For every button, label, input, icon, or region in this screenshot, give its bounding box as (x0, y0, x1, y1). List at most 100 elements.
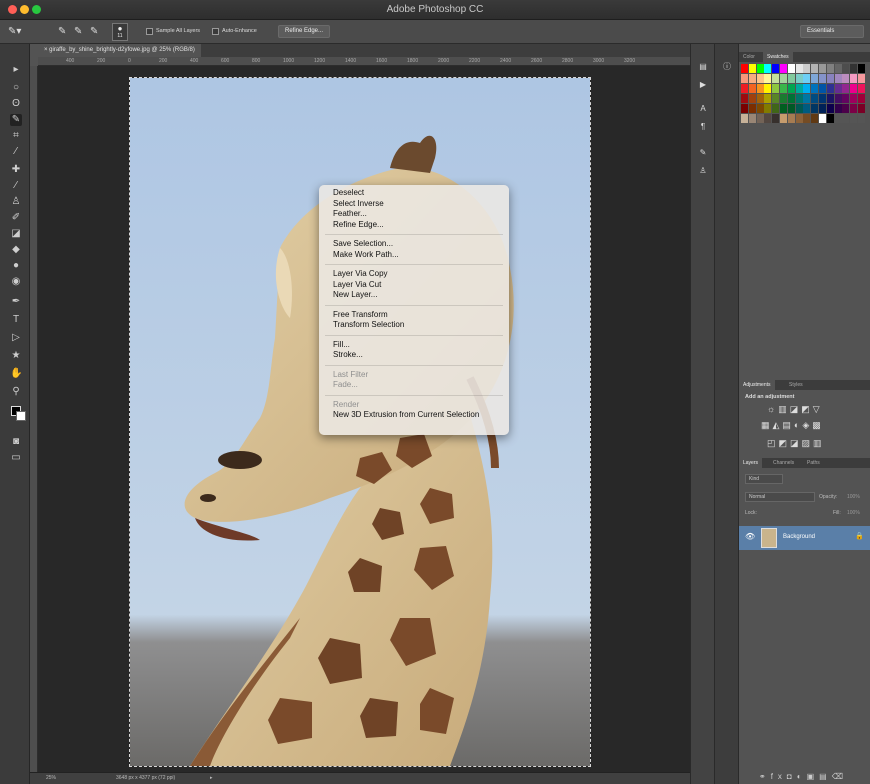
swatch[interactable] (795, 104, 803, 113)
swatch[interactable] (756, 84, 764, 93)
swatch[interactable] (803, 104, 811, 113)
swatch[interactable] (826, 94, 834, 103)
swatch[interactable] (842, 84, 850, 93)
swatch[interactable] (787, 64, 795, 73)
menu-item-refine-edge[interactable]: Refine Edge... (319, 220, 509, 231)
swatch[interactable] (772, 94, 780, 103)
character-panel-icon[interactable]: A (697, 104, 709, 114)
quick-selection-tool-icon[interactable]: ✎ (10, 114, 22, 126)
move-tool-icon[interactable]: ▸ (10, 64, 22, 76)
swatch[interactable] (819, 94, 826, 103)
menu-item-make-work-path[interactable]: Make Work Path... (319, 250, 509, 261)
swatch[interactable] (756, 104, 764, 113)
brush-panel-icon[interactable]: ✎ (697, 148, 709, 158)
clone-source-panel-icon[interactable]: ♙ (697, 166, 709, 176)
swatch[interactable] (756, 64, 764, 73)
tab-channels[interactable]: Channels (769, 458, 798, 468)
swatch[interactable] (764, 114, 772, 123)
swatch[interactable] (741, 64, 748, 73)
swatch[interactable] (772, 74, 780, 83)
menu-item-layer-via-cut[interactable]: Layer Via Cut (319, 280, 509, 291)
brush-size-picker[interactable]: ● 11 (112, 23, 128, 41)
swatch[interactable] (780, 84, 787, 93)
layers-footer-icons[interactable]: ⚭fx◘◐▣▤⌫ (759, 772, 869, 782)
swatch[interactable] (819, 84, 826, 93)
swatch[interactable] (850, 94, 858, 103)
swatch[interactable] (748, 64, 756, 73)
swatch[interactable] (780, 94, 787, 103)
swatch[interactable] (803, 64, 811, 73)
swatch[interactable] (850, 74, 858, 83)
refine-edge-button[interactable]: Refine Edge... (278, 25, 330, 38)
dodge-tool-icon[interactable]: ◉ (10, 276, 22, 288)
menu-item-new-3d-extrusion-from-current-selection[interactable]: New 3D Extrusion from Current Selection (319, 410, 509, 421)
swatch[interactable] (850, 84, 858, 93)
swatch[interactable] (780, 74, 787, 83)
swatch[interactable] (780, 104, 787, 113)
adjustment-icons-row2[interactable]: ▦◭▤◐◈▩ (761, 420, 861, 431)
swatch[interactable] (756, 114, 764, 123)
swatch[interactable] (811, 104, 819, 113)
screen-mode-icon[interactable]: ▭ (10, 452, 22, 464)
gradient-tool-icon[interactable]: ◆ (10, 244, 22, 256)
eraser-tool-icon[interactable]: ◪ (10, 228, 22, 240)
sample-all-layers-checkbox[interactable] (146, 28, 153, 35)
layer-lock-icon[interactable]: 🔒 (855, 532, 864, 540)
swatch[interactable] (811, 84, 819, 93)
swatch[interactable] (850, 104, 858, 113)
adjustment-icons-row1[interactable]: ☼▥◪◩▽ (767, 404, 857, 415)
swatch[interactable] (811, 74, 819, 83)
swatch[interactable] (826, 104, 834, 113)
swatch[interactable] (834, 74, 842, 83)
swatch[interactable] (842, 64, 850, 73)
workspace-switcher[interactable]: Essentials (800, 25, 864, 38)
quick-mask-icon[interactable]: ◙ (10, 436, 22, 448)
swatch[interactable] (834, 84, 842, 93)
menu-item-transform-selection[interactable]: Transform Selection (319, 320, 509, 331)
swatch[interactable] (741, 74, 748, 83)
swatch[interactable] (764, 84, 772, 93)
menu-item-feather[interactable]: Feather... (319, 209, 509, 220)
swatches-grid[interactable] (741, 64, 867, 126)
menu-item-free-transform[interactable]: Free Transform (319, 310, 509, 321)
swatch[interactable] (826, 84, 834, 93)
swatch[interactable] (741, 84, 748, 93)
actions-panel-icon[interactable]: ▶ (697, 80, 709, 90)
swatch[interactable] (819, 104, 826, 113)
swatch[interactable] (764, 94, 772, 103)
eyedropper-tool-icon[interactable]: ⁄ (10, 146, 22, 158)
swatch[interactable] (795, 74, 803, 83)
swatch[interactable] (795, 64, 803, 73)
fill-value[interactable]: 100% (847, 510, 860, 516)
swatch[interactable] (787, 84, 795, 93)
swatch[interactable] (819, 114, 826, 123)
menu-item-layer-via-copy[interactable]: Layer Via Copy (319, 269, 509, 280)
menu-item-new-layer[interactable]: New Layer... (319, 290, 509, 301)
swatch[interactable] (803, 74, 811, 83)
swatch[interactable] (858, 84, 865, 93)
tab-swatches[interactable]: Swatches (763, 52, 793, 62)
layer-visibility-eye-icon[interactable]: 👁 (745, 532, 755, 541)
swatch[interactable] (803, 84, 811, 93)
swatch[interactable] (834, 104, 842, 113)
swatch[interactable] (795, 84, 803, 93)
swatch[interactable] (850, 114, 858, 123)
swatch[interactable] (741, 104, 748, 113)
blur-tool-icon[interactable]: ● (10, 260, 22, 272)
subtract-from-selection-icon[interactable]: ✎ (90, 26, 102, 38)
swatch[interactable] (842, 114, 850, 123)
swatch[interactable] (803, 94, 811, 103)
swatch[interactable] (834, 114, 842, 123)
clone-stamp-tool-icon[interactable]: ♙ (10, 196, 22, 208)
swatch[interactable] (834, 64, 842, 73)
tab-paths[interactable]: Paths (803, 458, 824, 468)
swatch[interactable] (795, 94, 803, 103)
zoom-tool-icon[interactable]: ⚲ (10, 386, 22, 398)
adjustment-icons-row3[interactable]: ◰◩◪▨▥ (767, 438, 857, 449)
layer-name[interactable]: Background (783, 534, 815, 540)
crop-tool-icon[interactable]: ⌗ (10, 130, 22, 142)
healing-brush-tool-icon[interactable]: ✚ (10, 164, 22, 176)
history-panel-icon[interactable]: ▤ (697, 62, 709, 72)
add-to-selection-icon[interactable]: ✎ (74, 26, 86, 38)
swatch[interactable] (748, 84, 756, 93)
